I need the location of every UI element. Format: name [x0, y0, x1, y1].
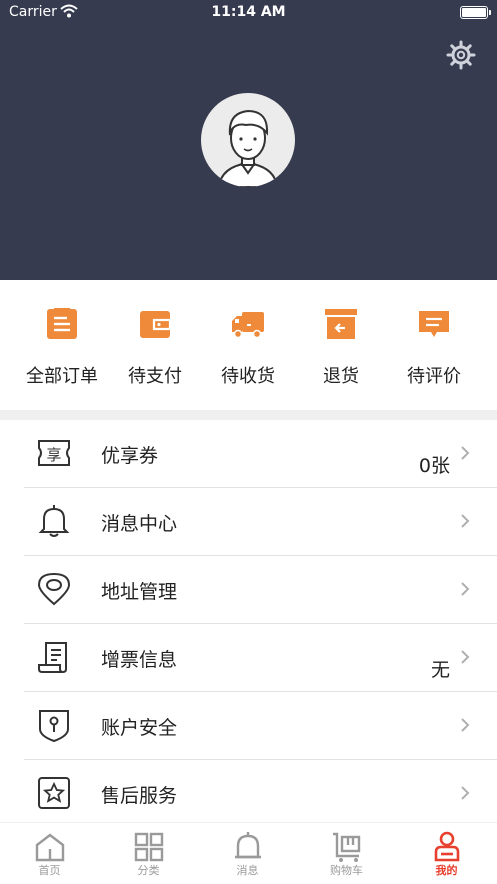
grid-icon — [134, 832, 164, 862]
tab-messages-label: 消息 — [236, 864, 259, 877]
section-divider — [0, 410, 497, 420]
battery-icon — [460, 6, 491, 19]
bell-icon — [235, 832, 261, 859]
order-pending-review[interactable]: 待评价 — [389, 280, 479, 412]
person-icon — [434, 831, 460, 862]
truck-icon — [232, 312, 264, 339]
order-returns[interactable]: 退货 — [296, 280, 386, 412]
tab-home-label: 首页 — [38, 864, 61, 877]
gear-icon[interactable] — [446, 40, 476, 70]
user-avatar-icon — [217, 109, 279, 187]
shield-icon — [39, 710, 69, 743]
comment-icon — [419, 311, 449, 337]
chevron-right-icon — [461, 718, 470, 732]
wallet-icon — [140, 311, 172, 338]
order-pending-receipt[interactable]: 待收货 — [203, 280, 293, 412]
location-icon — [37, 572, 71, 606]
invoice-status: 无 — [430, 659, 450, 681]
home-icon — [35, 833, 65, 862]
chevron-right-icon — [461, 582, 470, 596]
chevron-right-icon — [461, 786, 470, 800]
cart-icon — [333, 832, 361, 862]
order-pending-review-label: 待评价 — [407, 366, 461, 387]
menu-label-address: 地址管理 — [101, 581, 178, 603]
tab-categories-label: 分类 — [137, 864, 160, 877]
invoice-icon — [38, 642, 67, 673]
coupon-count: 0张 — [418, 455, 450, 477]
chevron-right-icon — [461, 446, 470, 460]
chevron-right-icon — [461, 514, 470, 528]
menu-item-security[interactable]: 账户安全 — [0, 692, 497, 760]
tab-categories[interactable]: 分类 — [99, 823, 198, 884]
menu-label-security: 账户安全 — [101, 717, 178, 739]
bell-icon — [38, 505, 70, 537]
chevron-right-icon — [461, 650, 470, 664]
clipboard-icon — [47, 308, 77, 339]
tab-home[interactable]: 首页 — [0, 823, 99, 884]
order-all[interactable]: 全部订单 — [17, 280, 107, 412]
status-time: 11:14 AM — [211, 4, 286, 20]
tab-cart[interactable]: 购物车 — [297, 823, 396, 884]
menu-item-address[interactable]: 地址管理 — [0, 556, 497, 624]
menu-item-messages[interactable]: 消息中心 — [0, 488, 497, 556]
order-shortcuts: 全部订单 待支付 待收货 退货 待评价 — [0, 280, 497, 412]
menu-label-messages: 消息中心 — [101, 513, 178, 535]
coupon-icon: 享 — [38, 440, 70, 466]
menu-item-invoice[interactable]: 增票信息 无 — [0, 624, 497, 692]
svg-text:享: 享 — [46, 446, 61, 464]
bottom-tab-bar: 首页 分类 消息 购物车 我的 — [0, 822, 497, 884]
service-icon — [38, 777, 70, 809]
menu-label-invoice: 增票信息 — [101, 649, 178, 671]
menu-item-after-sales[interactable]: 售后服务 — [0, 760, 497, 828]
tab-profile-label: 我的 — [435, 864, 458, 877]
menu-label-after-sales: 售后服务 — [101, 785, 178, 807]
tab-cart-label: 购物车 — [330, 864, 363, 877]
status-bar: Carrier 11:14 AM — [0, 0, 497, 26]
menu-item-coupons[interactable]: 享 优享券 0张 — [0, 420, 497, 488]
return-box-icon — [325, 309, 357, 339]
menu-label-coupons: 优享券 — [101, 445, 159, 467]
tab-messages[interactable]: 消息 — [198, 823, 297, 884]
order-pending-payment[interactable]: 待支付 — [110, 280, 200, 412]
tab-profile[interactable]: 我的 — [397, 823, 496, 884]
profile-header: Carrier 11:14 AM — [0, 0, 497, 280]
avatar[interactable] — [201, 93, 295, 187]
